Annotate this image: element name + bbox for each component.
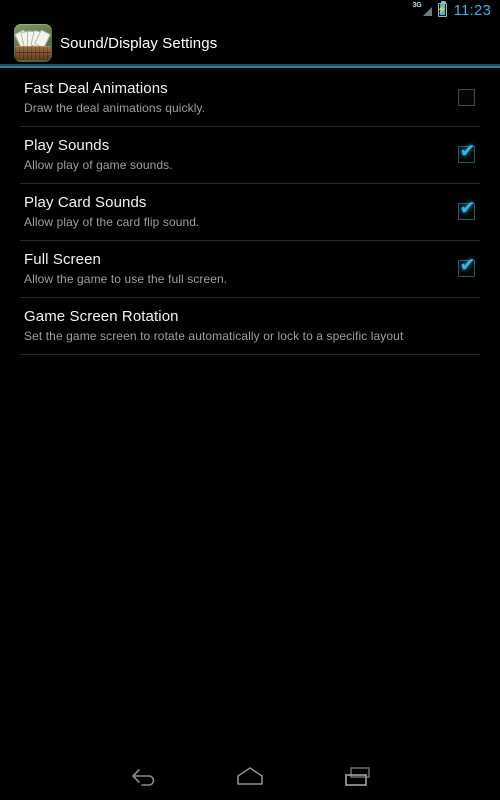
list-divider bbox=[20, 354, 480, 355]
page-title: Sound/Display Settings bbox=[60, 34, 218, 52]
checkbox-play-card-sounds[interactable]: ✔ bbox=[457, 199, 475, 220]
android-settings-screen: 3G ⚡ 11:23 Sound/Display Settings Fast D… bbox=[0, 0, 500, 800]
status-bar: 3G ⚡ 11:23 bbox=[0, 0, 500, 20]
checkbox-fast-deal-animations[interactable] bbox=[457, 89, 475, 106]
network-type-label: 3G bbox=[412, 2, 422, 9]
playing-cards-app-icon bbox=[14, 24, 52, 62]
preference-title: Fast Deal Animations bbox=[24, 80, 168, 97]
checkbox-play-sounds[interactable]: ✔ bbox=[457, 142, 475, 163]
home-icon bbox=[237, 767, 263, 785]
navigation-bar bbox=[0, 752, 500, 800]
preference-text: Game Screen Rotation Set the game screen… bbox=[24, 307, 480, 344]
battery-charging-icon: ⚡ bbox=[437, 1, 448, 17]
bolt-icon: ⚡ bbox=[437, 5, 448, 14]
card-fan bbox=[14, 29, 51, 49]
preference-widget[interactable]: ✔ bbox=[452, 256, 480, 277]
preference-text: Fast Deal Animations Draw the deal anima… bbox=[24, 79, 442, 116]
checkmark-icon: ✔ bbox=[459, 254, 476, 276]
preference-text: Play Card Sounds Allow play of the card … bbox=[24, 193, 442, 230]
back-button[interactable] bbox=[104, 752, 184, 800]
preference-widget[interactable]: ✔ bbox=[452, 142, 480, 163]
preference-row-full-screen[interactable]: Full Screen Allow the game to use the fu… bbox=[0, 241, 500, 297]
signal-triangle-icon bbox=[422, 7, 432, 16]
preference-row-game-screen-rotation[interactable]: Game Screen Rotation Set the game screen… bbox=[0, 298, 500, 354]
checkmark-icon: ✔ bbox=[459, 197, 476, 219]
preference-summary: Allow the game to use the full screen. bbox=[24, 272, 228, 286]
preference-row-fast-deal-animations[interactable]: Fast Deal Animations Draw the deal anima… bbox=[0, 70, 500, 126]
preference-title: Full Screen bbox=[24, 251, 101, 268]
recents-button[interactable] bbox=[318, 752, 398, 800]
wooden-crate bbox=[15, 46, 51, 60]
settings-list: Fast Deal Animations Draw the deal anima… bbox=[0, 70, 500, 355]
title-accent-line bbox=[0, 66, 500, 68]
status-bar-clock: 11:23 bbox=[453, 1, 491, 19]
crate-slats bbox=[15, 47, 51, 60]
title-bar: Sound/Display Settings bbox=[0, 20, 500, 66]
preference-title: Play Card Sounds bbox=[24, 194, 147, 211]
signal-icon: 3G bbox=[412, 2, 433, 17]
preference-row-play-card-sounds[interactable]: Play Card Sounds Allow play of the card … bbox=[0, 184, 500, 240]
checkbox-full-screen[interactable]: ✔ bbox=[457, 256, 475, 277]
preference-summary: Allow play of game sounds. bbox=[24, 158, 173, 172]
checkmark-icon: ✔ bbox=[459, 140, 476, 162]
preference-title: Play Sounds bbox=[24, 137, 110, 154]
preference-text: Full Screen Allow the game to use the fu… bbox=[24, 250, 442, 287]
recents-icon bbox=[345, 767, 370, 786]
preference-text: Play Sounds Allow play of game sounds. bbox=[24, 136, 442, 173]
preference-summary: Set the game screen to rotate automatica… bbox=[24, 329, 404, 343]
preference-row-play-sounds[interactable]: Play Sounds Allow play of game sounds. ✔ bbox=[0, 127, 500, 183]
status-bar-icons: 3G ⚡ 11:23 bbox=[412, 1, 491, 19]
preference-widget[interactable] bbox=[452, 89, 480, 106]
preference-summary: Allow play of the card flip sound. bbox=[24, 215, 200, 229]
home-button[interactable] bbox=[210, 752, 290, 800]
preference-summary: Draw the deal animations quickly. bbox=[24, 101, 206, 115]
preference-title: Game Screen Rotation bbox=[24, 308, 179, 325]
back-icon bbox=[132, 769, 155, 786]
preference-widget[interactable]: ✔ bbox=[452, 199, 480, 220]
